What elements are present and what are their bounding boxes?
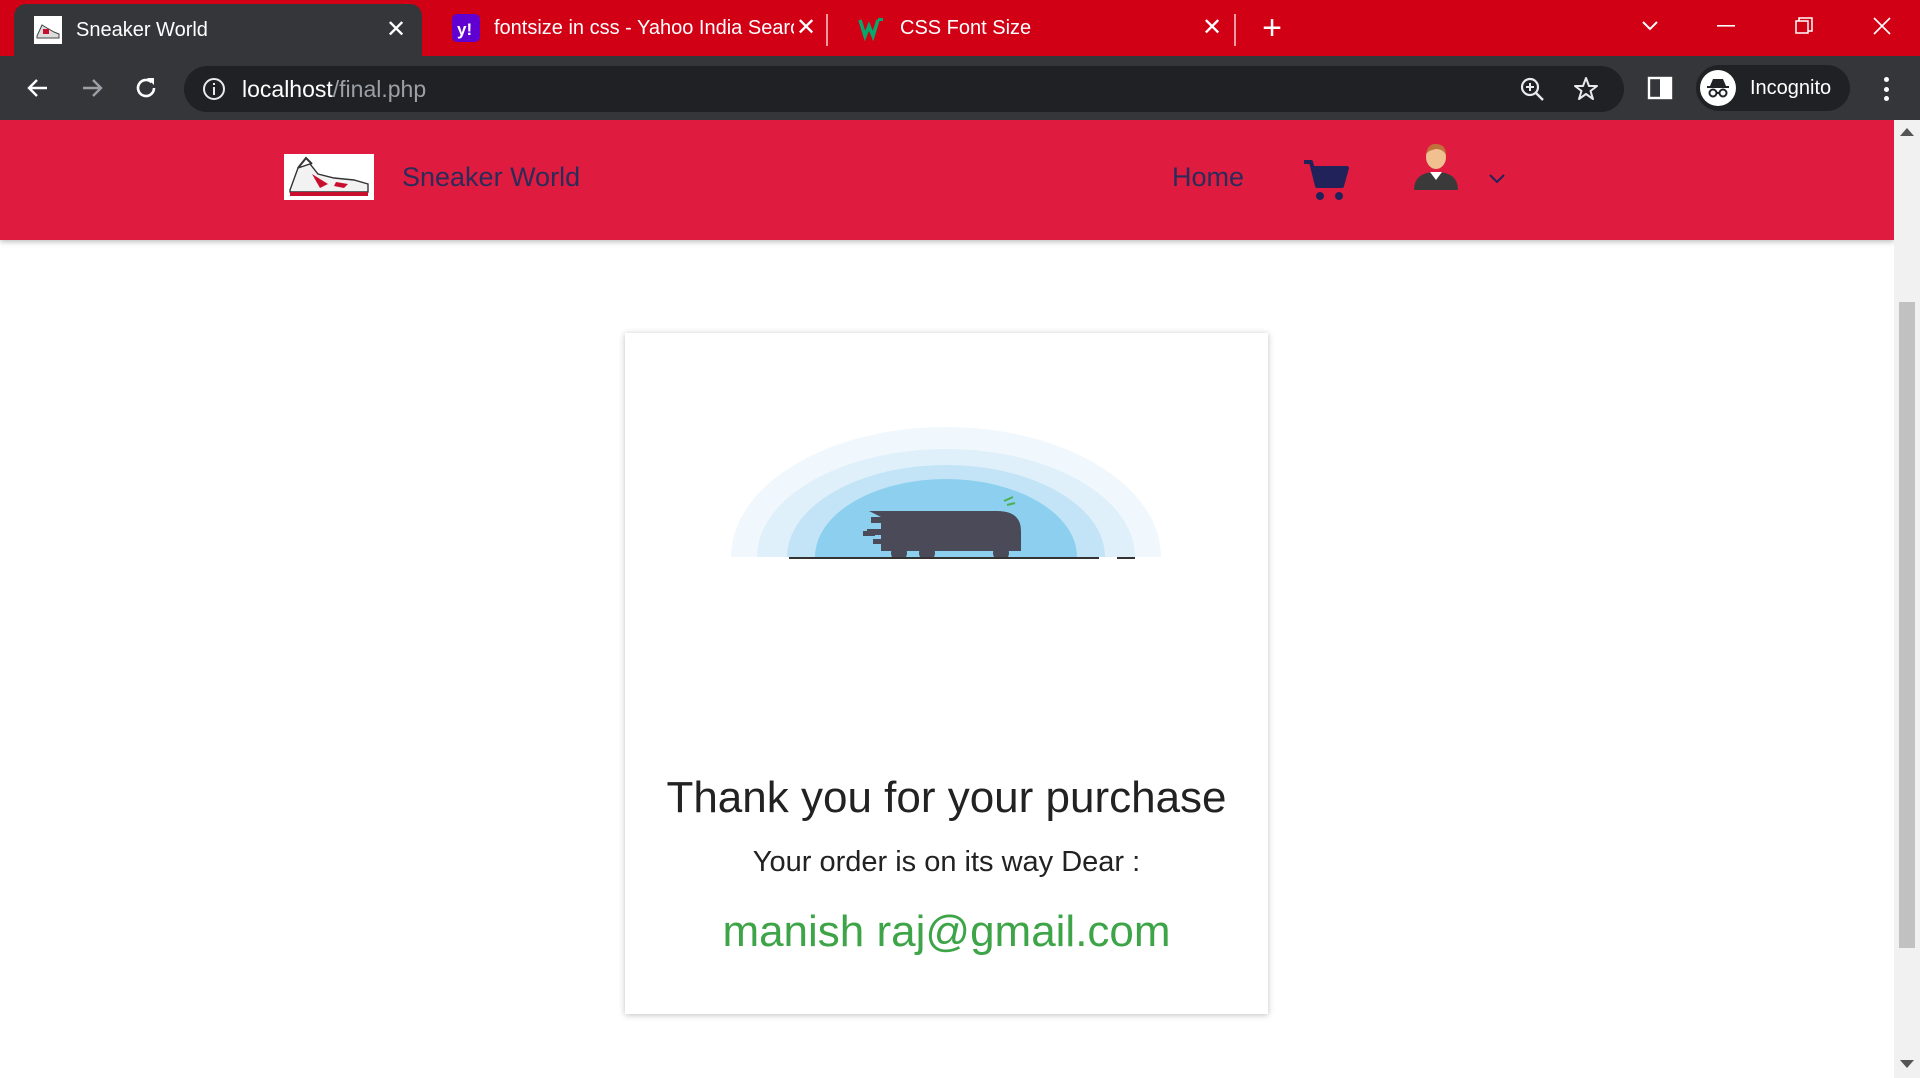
svg-text:y!: y! (457, 20, 472, 39)
sneaker-favicon-icon (34, 16, 62, 44)
tab-title: Sneaker World (76, 18, 208, 41)
site-navbar: Sneaker World Home (0, 120, 1894, 240)
tab-search-chevron-icon[interactable] (1630, 8, 1670, 44)
site-logo[interactable] (284, 154, 374, 200)
close-window-icon[interactable] (1862, 8, 1902, 44)
forward-arrow-icon[interactable] (72, 68, 112, 108)
user-avatar-icon[interactable] (1410, 140, 1462, 192)
zoom-icon[interactable] (1518, 75, 1546, 103)
tab-title: CSS Font Size (900, 16, 1032, 39)
bookmark-star-icon[interactable] (1572, 75, 1600, 103)
back-arrow-icon[interactable] (18, 68, 58, 108)
minimize-icon[interactable] (1706, 8, 1746, 44)
side-panel-icon[interactable] (1646, 74, 1676, 104)
delivery-truck-illustration (731, 427, 1161, 561)
close-tab-icon[interactable]: ✕ (384, 18, 408, 42)
new-tab-plus-icon[interactable]: + (1254, 9, 1290, 47)
tab-title: fontsize in css - Yahoo India Search (494, 16, 794, 39)
site-info-icon[interactable] (202, 77, 226, 101)
url-path: /final.php (332, 76, 427, 102)
incognito-icon (1700, 70, 1736, 106)
browser-menu-icon[interactable] (1872, 74, 1900, 104)
tab-strip: Sneaker World ✕ y! fontsize in css - Yah… (0, 0, 1920, 56)
scroll-up-arrow-icon[interactable] (1900, 128, 1914, 136)
order-status-message: Your order is on its way Dear : (752, 846, 1141, 878)
url-host: localhost (242, 76, 333, 102)
close-tab-icon[interactable]: ✕ (794, 16, 818, 40)
vertical-scrollbar[interactable] (1894, 120, 1920, 1078)
w3schools-favicon-icon (858, 14, 886, 42)
close-tab-icon[interactable]: ✕ (1200, 16, 1224, 40)
nav-home-link[interactable]: Home (1172, 162, 1244, 193)
scrollbar-thumb[interactable] (1899, 302, 1915, 948)
browser-toolbar: localhost/final.php Incognito (0, 56, 1920, 120)
incognito-indicator[interactable]: Incognito (1696, 65, 1850, 111)
user-dropdown-chevron-icon[interactable] (1488, 172, 1506, 184)
yahoo-favicon-icon: y! (452, 14, 480, 42)
page-viewport: Sneaker World Home Thank you for your pu… (0, 120, 1920, 1078)
tab-css-font-size[interactable]: CSS Font Size ✕ (838, 0, 1238, 56)
thank-you-heading: Thank you for your purchase (666, 773, 1227, 822)
tab-sneaker-world[interactable]: Sneaker World ✕ (14, 4, 422, 56)
url-text: localhost/final.php (242, 76, 426, 103)
restore-icon[interactable] (1784, 8, 1824, 44)
shopping-cart-icon[interactable] (1302, 156, 1350, 204)
brand-name[interactable]: Sneaker World (402, 162, 580, 193)
scroll-down-arrow-icon[interactable] (1900, 1060, 1914, 1068)
order-confirmation-card: Thank you for your purchase Your order i… (625, 333, 1268, 1014)
tab-divider (826, 14, 828, 46)
tab-yahoo-search[interactable]: y! fontsize in css - Yahoo India Search … (432, 0, 832, 56)
reload-icon[interactable] (126, 68, 166, 108)
tab-divider (1234, 14, 1236, 46)
address-bar[interactable]: localhost/final.php (184, 66, 1624, 112)
customer-email: manish raj@gmail.com (722, 907, 1171, 956)
incognito-label: Incognito (1750, 76, 1832, 99)
